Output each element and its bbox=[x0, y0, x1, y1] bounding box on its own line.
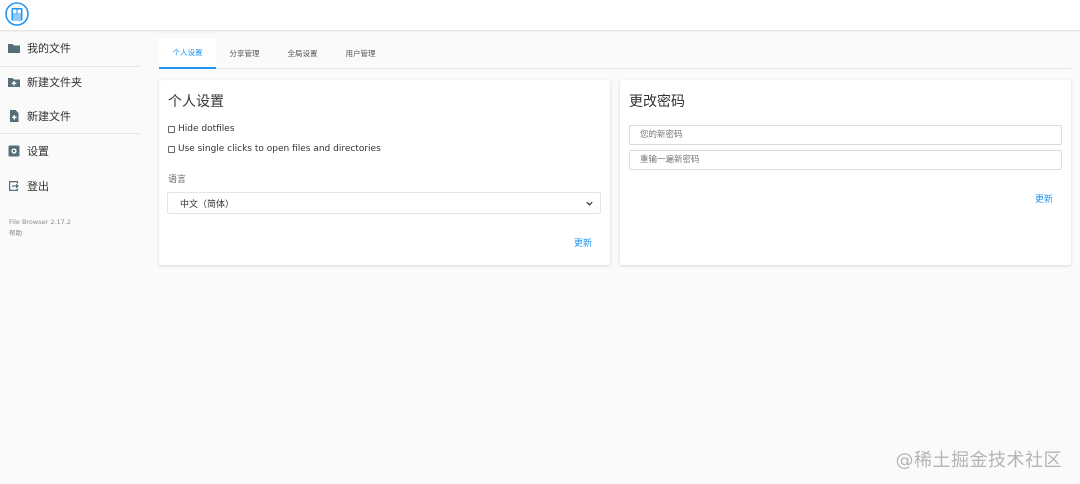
app-header bbox=[0, 0, 1080, 31]
change-password-card: 更改密码 更新 bbox=[620, 80, 1071, 265]
new-password-input[interactable] bbox=[629, 125, 1062, 145]
language-label: 语言 bbox=[168, 175, 187, 185]
confirm-password-input[interactable] bbox=[629, 150, 1062, 170]
sidebar-item-new-folder[interactable]: 新建文件夹 bbox=[0, 65, 140, 99]
settings-icon bbox=[8, 145, 20, 157]
language-selected-value: 中文（简体） bbox=[180, 199, 235, 210]
tab-global-settings[interactable]: 全局设置 bbox=[274, 38, 331, 69]
sidebar-item-label: 我的文件 bbox=[27, 42, 71, 55]
sidebar-item-my-files[interactable]: 我的文件 bbox=[0, 31, 140, 65]
help-link[interactable]: 帮助 bbox=[9, 227, 22, 237]
sidebar-item-logout[interactable]: 登出 bbox=[0, 169, 140, 203]
new-file-icon bbox=[10, 110, 19, 122]
folder-icon bbox=[8, 44, 20, 53]
language-select[interactable]: 中文（简体） bbox=[167, 192, 601, 214]
file-browser-logo-icon[interactable] bbox=[5, 2, 29, 26]
logout-icon bbox=[9, 181, 19, 191]
update-profile-button[interactable]: 更新 bbox=[574, 236, 592, 249]
sidebar-item-label: 设置 bbox=[27, 145, 49, 158]
tab-share-management[interactable]: 分享管理 bbox=[216, 38, 273, 69]
chevron-down-icon bbox=[586, 201, 593, 206]
watermark: @稀土掘金技术社区 bbox=[895, 450, 1062, 471]
sidebar-item-new-file[interactable]: 新建文件 bbox=[0, 99, 140, 133]
new-folder-icon bbox=[8, 78, 20, 87]
tab-profile-settings[interactable]: 个人设置 bbox=[159, 38, 216, 69]
sidebar-item-label: 登出 bbox=[27, 180, 49, 193]
hide-dotfiles-option: Hide dotfiles bbox=[168, 124, 235, 134]
single-click-label: Use single clicks to open files and dire… bbox=[178, 144, 381, 154]
hide-dotfiles-checkbox[interactable] bbox=[168, 125, 175, 133]
hide-dotfiles-label: Hide dotfiles bbox=[178, 124, 235, 134]
tab-user-management[interactable]: 用户管理 bbox=[332, 38, 389, 69]
settings-tabs: 个人设置 分享管理 全局设置 用户管理 bbox=[159, 38, 1071, 69]
app-version: File Browser 2.17.2 bbox=[9, 218, 72, 226]
sidebar: 我的文件 新建文件夹 新建文件 设置 登出 File Browser 2.17.… bbox=[0, 31, 148, 484]
profile-settings-card: 个人设置 Hide dotfiles Use single clicks to … bbox=[159, 80, 610, 265]
update-password-button[interactable]: 更新 bbox=[1035, 192, 1053, 205]
card-title: 更改密码 bbox=[629, 94, 685, 110]
sidebar-item-settings[interactable]: 设置 bbox=[0, 134, 140, 168]
sidebar-item-label: 新建文件夹 bbox=[27, 76, 82, 89]
card-title: 个人设置 bbox=[168, 94, 224, 110]
single-click-option: Use single clicks to open files and dire… bbox=[168, 144, 381, 154]
sidebar-item-label: 新建文件 bbox=[27, 110, 71, 123]
single-click-checkbox[interactable] bbox=[168, 145, 175, 153]
